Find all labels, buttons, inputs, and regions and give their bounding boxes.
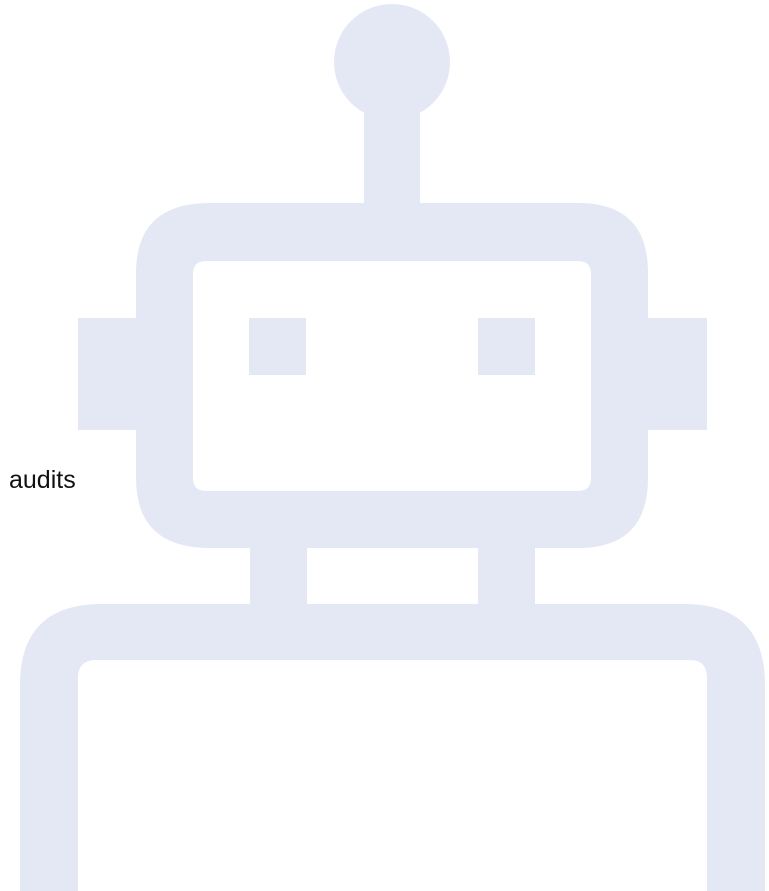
- robot-right-eye: [478, 318, 535, 375]
- robot-neck-right: [478, 545, 535, 611]
- robot-icon: [20, 4, 765, 891]
- caption-text: audits: [9, 466, 76, 494]
- robot-body: [20, 604, 765, 891]
- illustration-canvas: audits: [0, 0, 769, 891]
- robot-right-ear: [647, 318, 707, 430]
- robot-left-eye: [249, 318, 306, 375]
- robot-head: [136, 203, 648, 548]
- robot-left-ear: [78, 318, 138, 430]
- robot-neck-left: [250, 545, 307, 611]
- robot-antenna-stem: [364, 98, 420, 210]
